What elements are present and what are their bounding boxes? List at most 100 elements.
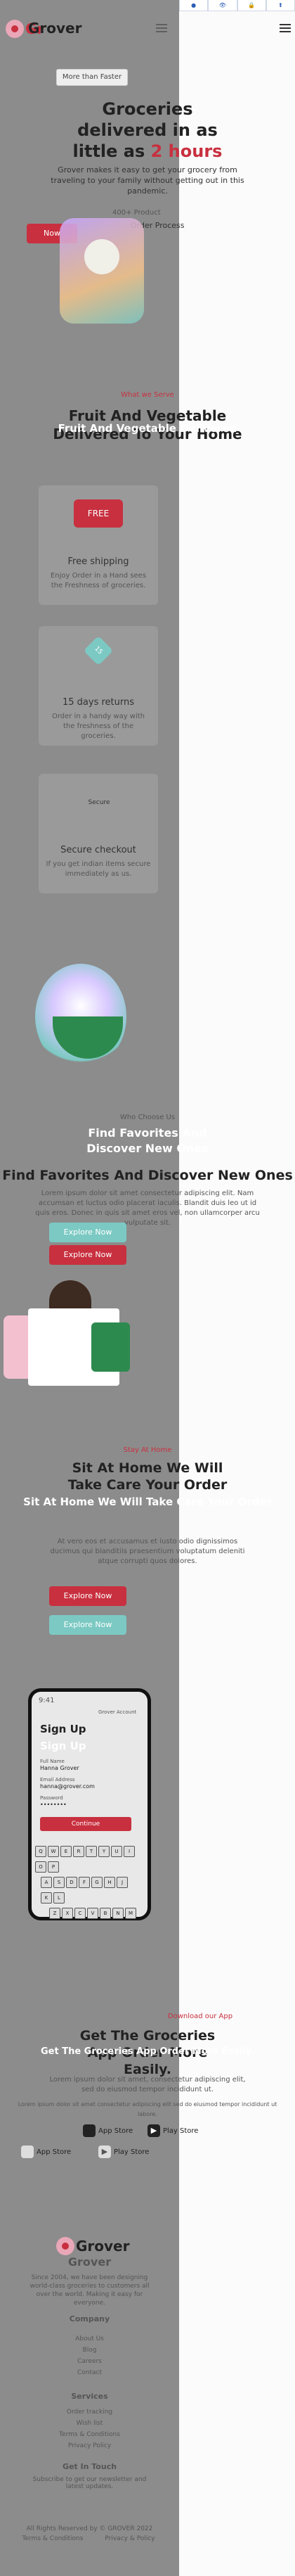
truck-icon: FREE <box>74 499 123 528</box>
menu-icon-ghost <box>156 24 167 32</box>
keyboard-row-2: A S D F G H J K L <box>34 1873 140 1904</box>
footer-link-privacy[interactable]: Privacy Policy <box>0 2442 179 2449</box>
keyboard-key[interactable]: F <box>79 1877 90 1888</box>
footer-link-tracking[interactable]: Order tracking <box>0 2409 179 2416</box>
apple-icon <box>83 2124 96 2137</box>
keyboard-key[interactable]: W <box>48 1846 59 1857</box>
service-card-returns: 15 15 days returns Order in a handy way … <box>39 626 158 746</box>
stay-eyebrow: Stay At Home <box>123 1446 172 1454</box>
footer-about: Since 2004, we have been designing world… <box>29 2274 150 2307</box>
phone-time: 9:41 <box>39 1697 55 1704</box>
tab-lock[interactable]: 🔒 <box>237 0 266 11</box>
footer-link-wishlist[interactable]: Wish list <box>0 2420 179 2427</box>
menu-icon[interactable] <box>280 24 291 32</box>
site-logo-text[interactable]: Grover <box>28 20 81 37</box>
footer-link-terms[interactable]: Terms & Conditions <box>0 2431 179 2438</box>
app-store-button[interactable]: App Store <box>83 2124 133 2137</box>
hero-subtitle: Grover makes it easy to get your grocery… <box>51 165 244 196</box>
tab-view[interactable]: 👁 <box>208 0 237 11</box>
keyboard-key[interactable]: A <box>41 1877 52 1888</box>
keyboard-key[interactable]: P <box>48 1861 59 1873</box>
services-eyebrow: What we Serve <box>121 391 174 399</box>
footer-link-careers[interactable]: Careers <box>0 2358 179 2365</box>
favorites-cta-secondary[interactable]: Explore Now <box>49 1245 126 1265</box>
hero-chef-avatar <box>84 239 119 274</box>
keyboard-key[interactable]: L <box>53 1892 65 1904</box>
keyboard-row-1: Q W E R T Y U I O P <box>34 1842 140 1873</box>
keyboard-key[interactable]: J <box>117 1877 128 1888</box>
keyboard-key[interactable]: X <box>62 1908 73 1919</box>
phone-field-email[interactable]: hanna@grover.com <box>40 1782 95 1792</box>
play-icon: ▶ <box>148 2124 160 2137</box>
footer-privacy-link[interactable]: Privacy & Policy <box>77 2535 183 2542</box>
footer-link-blog[interactable]: Blog <box>0 2347 179 2354</box>
app-subtitle-ghost: Lorem ipsum dolor sit amet consectetur a… <box>18 2101 277 2117</box>
phone-field-password[interactable]: •••••••• <box>40 1800 67 1810</box>
favorites-title-big: Find Favorites And Discover New Ones <box>2 1168 293 1183</box>
tab-share[interactable]: ⬆ <box>266 0 295 11</box>
keyboard-key[interactable]: R <box>73 1846 84 1857</box>
app-store-label: App Store <box>98 2127 133 2135</box>
tab-record[interactable]: ● <box>179 0 209 11</box>
hero-title-highlight: 2 hours <box>150 141 223 161</box>
keyboard-key[interactable]: H <box>104 1877 115 1888</box>
logo-name: Grover <box>28 20 82 37</box>
phone-header-right: Grover Account <box>98 1709 137 1715</box>
hero-title-line2: delivered in as <box>77 120 218 140</box>
decor-green-card <box>91 1322 130 1372</box>
service-title: Free shipping <box>67 556 129 567</box>
footer-logo-ghost: Grover <box>67 2255 112 2269</box>
keyboard-key[interactable]: V <box>87 1908 98 1919</box>
hero-title-line3: little as 2 hours <box>0 141 295 162</box>
phone-keyboard: Q W E R T Y U I O P A S D F G H J K L ZXCVBNM <box>34 1842 140 1920</box>
favorites-subtitle: Lorem ipsum dolor sit amet consectetur a… <box>35 1190 260 1227</box>
overlay-right <box>179 0 295 2576</box>
footer-company-title: Company <box>69 2314 110 2323</box>
play-store-button[interactable]: ▶ Play Store <box>148 2124 198 2137</box>
favorites-cta-primary[interactable]: Explore Now <box>49 1223 126 1242</box>
keyboard-key[interactable]: I <box>124 1846 135 1857</box>
keyboard-key[interactable]: Z <box>49 1908 60 1919</box>
keyboard-key[interactable]: O <box>35 1861 46 1873</box>
phone-field-name[interactable]: Hanna Grover <box>40 1764 79 1773</box>
stay-title-ghost: Sit At Home We Will Take Care Your Order <box>23 1496 272 1508</box>
keyboard-key[interactable]: Y <box>98 1846 110 1857</box>
stay-cta-primary[interactable]: Explore Now <box>49 1586 126 1606</box>
footer-logo-name: Grover <box>76 2238 130 2255</box>
footer-link-about[interactable]: About Us <box>0 2335 179 2342</box>
keyboard-key[interactable]: N <box>112 1908 124 1919</box>
stay-cta-secondary[interactable]: Explore Now <box>49 1615 126 1635</box>
overlay-left <box>0 0 179 2576</box>
footer-touch-title: Get In Touch <box>62 2462 117 2471</box>
service-desc: Enjoy Order in a Hand sees the Freshness… <box>50 572 147 589</box>
footer-logo[interactable]: Grover <box>56 2237 129 2255</box>
footer-services-title: Services <box>71 2392 108 2401</box>
play-store-button-ghost[interactable]: ▶ Play Store <box>98 2145 149 2158</box>
page: ● 👁 🔒 ⬆ Gr Grover More than Faster Groce… <box>0 0 295 2576</box>
hero-title: Groceries delivered in as little as 2 ho… <box>0 98 295 162</box>
keyboard-key[interactable]: C <box>74 1908 86 1919</box>
keyboard-key[interactable]: B <box>100 1908 111 1919</box>
keyboard-key[interactable]: S <box>53 1877 65 1888</box>
keyboard-key[interactable]: D <box>66 1877 77 1888</box>
keyboard-key[interactable]: Q <box>35 1846 46 1857</box>
keyboard-key[interactable]: T <box>86 1846 97 1857</box>
footer-copyright: All Rights Reserved by © GROVER 2022 <box>26 2525 153 2532</box>
keyboard-row-3: ZXCVBNM <box>34 1904 140 1920</box>
footer-link-contact[interactable]: Contact <box>0 2369 179 2376</box>
app-subtitle: Lorem ipsum dolor sit amet, consectetur … <box>49 2076 246 2093</box>
keyboard-key[interactable]: E <box>60 1846 72 1857</box>
keyboard-key[interactable]: G <box>91 1877 103 1888</box>
app-eyebrow: Download our App <box>167 2013 233 2020</box>
keyboard-key[interactable]: K <box>41 1892 52 1904</box>
play-store-label: Play Store <box>163 2127 199 2135</box>
stay-title: Sit At Home We Will Take Care Your Order <box>67 1460 228 1493</box>
returns-icon: 15 <box>83 635 114 666</box>
app-store-button-ghost[interactable]: App Store <box>21 2145 71 2158</box>
hero-title-prefix: little as <box>72 141 145 161</box>
services-title-ghost: Fruit And Vegetable Delivered <box>58 422 237 435</box>
service-card-checkout: Secure Secure checkout If you get indian… <box>39 774 158 893</box>
keyboard-key[interactable]: U <box>111 1846 122 1857</box>
keyboard-key[interactable]: M <box>125 1908 136 1919</box>
phone-continue-button[interactable]: Continue <box>40 1817 131 1831</box>
